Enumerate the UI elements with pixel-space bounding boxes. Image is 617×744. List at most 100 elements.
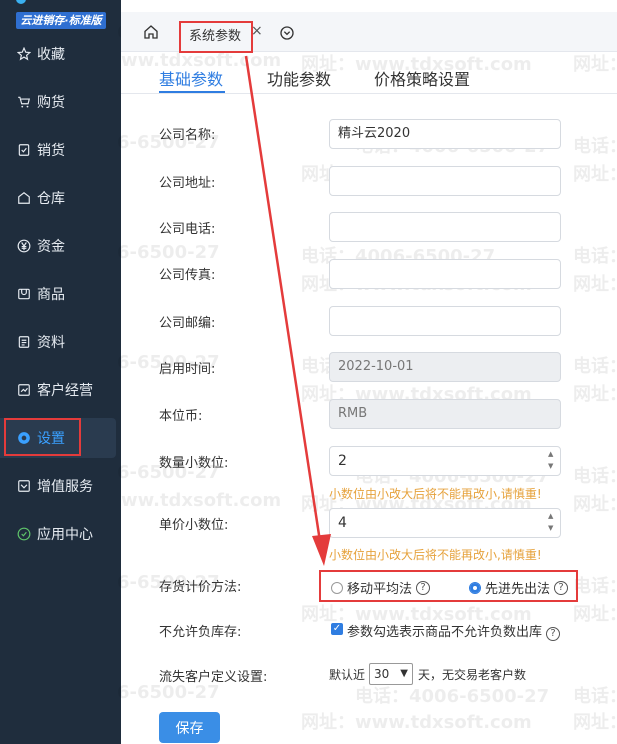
watermark-text: 电话： <box>573 466 617 487</box>
company-phone-label: 公司电话: <box>159 222 216 237</box>
company-postcode-label: 公司邮编: <box>159 316 216 331</box>
tab-function-params[interactable]: 功能参数 <box>267 66 331 90</box>
watermark-text: 电话： <box>573 576 617 597</box>
checkbox-label: 参数勾选表示商品不允许负数出库 <box>347 625 543 640</box>
sidebar-item-sales[interactable]: 销货 <box>0 130 121 170</box>
sidebar-item-warehouse[interactable]: 仓库 <box>0 178 121 218</box>
help-icon[interactable]: ? <box>416 580 431 595</box>
lost-customer-label: 流失客户定义设置: <box>159 670 268 685</box>
company-name-input[interactable]: 精斗云2020 <box>329 119 561 149</box>
company-fax-input[interactable] <box>329 259 561 289</box>
price-decimals-stepper[interactable]: 4 ▲ ▼ <box>329 508 561 538</box>
tab-price-strategy[interactable]: 价格策略设置 <box>374 66 470 90</box>
customer-icon <box>16 382 32 398</box>
home-icon <box>144 25 158 39</box>
chevron-down-icon: ▼ <box>400 668 408 679</box>
lost-customer-days-select[interactable]: 30 ▼ <box>369 663 413 685</box>
start-date-input: 2022-10-01 <box>329 352 561 382</box>
sidebar-item-label: 增值服务 <box>37 479 93 495</box>
watermark-text: 网址： <box>573 494 617 515</box>
qty-decimals-stepper[interactable]: 2 ▲ ▼ <box>329 446 561 476</box>
sidebar-item-label: 仓库 <box>37 191 65 207</box>
company-address-label: 公司地址: <box>159 176 216 191</box>
radio-moving-average[interactable]: 移动平均法 ? <box>331 578 431 597</box>
tab-close-icon[interactable]: × <box>251 23 263 39</box>
company-name-value: 精斗云2020 <box>338 126 411 141</box>
sidebar: 云进销存·标准版 收藏 购货 销货 仓库 资金 商品 资料 客户经营 设置 增值… <box>0 0 121 744</box>
watermark-text: 网址： <box>573 274 617 295</box>
radio-label: 移动平均法 <box>347 582 413 597</box>
company-fax-label: 公司传真: <box>159 268 216 283</box>
price-decimals-value: 4 <box>338 515 347 531</box>
qty-decimals-label: 数量小数位: <box>159 456 229 471</box>
negative-stock-text: 参数勾选表示商品不允许负数出库? <box>347 621 561 641</box>
active-tab-underline <box>159 91 225 93</box>
sidebar-item-label: 应用中心 <box>37 527 93 543</box>
sidebar-item-funds[interactable]: 资金 <box>0 226 121 266</box>
watermark-text: 电话： <box>573 356 617 377</box>
lost-customer-prefix: 默认近 <box>329 668 366 682</box>
start-date-label: 启用时间: <box>159 362 216 377</box>
help-icon[interactable]: ? <box>546 626 561 641</box>
negative-stock-checkbox[interactable]: ✓ <box>331 623 343 635</box>
save-button[interactable]: 保存 <box>159 712 220 743</box>
watermark-text: 电话： <box>573 686 617 707</box>
settings-highlight-box <box>4 418 81 456</box>
watermark-text: 网址： <box>573 384 617 405</box>
currency-label: 本位币: <box>159 409 203 424</box>
company-postcode-input[interactable] <box>329 306 561 336</box>
watermark-text: 网址： <box>573 604 617 625</box>
sidebar-item-favorites[interactable]: 收藏 <box>0 34 121 74</box>
radio-fifo[interactable]: 先进先出法 ? <box>469 578 569 597</box>
lost-customer-suffix: 天，无交易老客户数 <box>418 668 527 682</box>
sidebar-item-app-center[interactable]: 应用中心 <box>0 514 121 554</box>
radio-label: 先进先出法 <box>485 582 551 597</box>
document-icon <box>16 334 32 350</box>
sidebar-item-customer[interactable]: 客户经营 <box>0 370 121 410</box>
sales-icon <box>16 142 32 158</box>
star-icon <box>16 46 32 62</box>
sidebar-item-label: 资料 <box>37 335 65 351</box>
warehouse-icon <box>16 190 32 206</box>
cart-icon <box>16 94 32 110</box>
currency-value: RMB <box>338 406 368 421</box>
start-date-value: 2022-10-01 <box>338 359 414 374</box>
goods-icon <box>16 286 32 302</box>
home-button[interactable] <box>141 22 161 42</box>
company-name-label: 公司名称: <box>159 128 216 143</box>
company-phone-input[interactable] <box>329 212 561 242</box>
stepper-up-icon[interactable]: ▲ <box>548 450 556 459</box>
currency-input: RMB <box>329 399 561 429</box>
stepper-up-icon[interactable]: ▲ <box>548 512 556 521</box>
watermark-text: 6-6500-27 <box>117 682 220 703</box>
sidebar-item-goods[interactable]: 商品 <box>0 274 121 314</box>
watermark-text: ww.tdxsoft.com <box>121 490 282 511</box>
watermark-text: 电话：4006-6500-27 <box>355 686 550 707</box>
chevron-down-circle-icon[interactable] <box>279 25 295 41</box>
company-address-input[interactable] <box>329 166 561 196</box>
sidebar-item-value-added[interactable]: 增值服务 <box>0 466 121 506</box>
sidebar-item-label: 销货 <box>37 143 65 159</box>
costing-method-label: 存货计价方法: <box>159 580 242 595</box>
stepper-down-icon[interactable]: ▼ <box>548 462 556 471</box>
tab-highlight-box <box>179 21 253 53</box>
sidebar-item-label: 资金 <box>37 239 65 255</box>
watermark-text: 电话： <box>573 246 617 267</box>
days-value: 30 <box>374 667 390 681</box>
stepper-down-icon[interactable]: ▼ <box>548 524 556 533</box>
radio-circle <box>331 581 343 594</box>
watermark-text: 网址： <box>573 164 617 185</box>
price-decimals-label: 单价小数位: <box>159 518 229 533</box>
tab-bar: 系统参数 × <box>121 12 617 53</box>
watermark-text: 网址：www.tdxsoft.com <box>301 712 532 733</box>
tab-basic-params[interactable]: 基础参数 <box>159 66 223 90</box>
sidebar-item-label: 购货 <box>37 95 65 111</box>
help-icon[interactable]: ? <box>554 580 569 595</box>
sidebar-item-data[interactable]: 资料 <box>0 322 121 362</box>
qty-decimals-warning: 小数位由小改大后将不能再改小,请慎重! <box>329 487 542 501</box>
negative-stock-label: 不允许负库存: <box>159 625 242 640</box>
app-icon <box>16 526 32 542</box>
sidebar-item-purchase[interactable]: 购货 <box>0 82 121 122</box>
watermark-text: 网址： <box>573 712 617 733</box>
settings-subtabs: 基础参数 功能参数 价格策略设置 <box>121 60 617 94</box>
